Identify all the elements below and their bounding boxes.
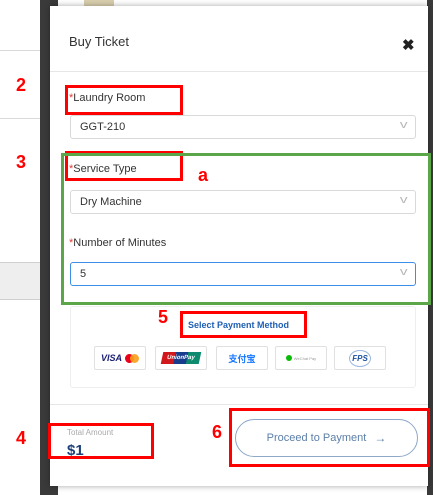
- laundry-room-select[interactable]: GGT-210 v: [70, 115, 416, 139]
- modal-title: Buy Ticket: [69, 34, 129, 49]
- unionpay-logo: UnionPay: [160, 352, 202, 364]
- annotation-number-6: 6: [212, 422, 223, 442]
- laundry-room-value: GGT-210: [80, 121, 126, 133]
- annotation-number-4: 4: [16, 428, 27, 448]
- annotation-number-3: 3: [16, 152, 27, 172]
- payment-option-wechat-pay[interactable]: WeChat Pay: [275, 346, 327, 370]
- annotation-box-proceed: [229, 408, 430, 467]
- chevron-down-icon: v: [399, 119, 408, 131]
- modal-header: Buy Ticket ✖: [50, 6, 428, 72]
- close-icon[interactable]: ✖: [402, 36, 415, 54]
- payment-option-alipay[interactable]: 支付宝: [216, 346, 268, 370]
- annotation-number-5: 5: [158, 307, 169, 327]
- annotation-letter-a: a: [198, 165, 209, 185]
- payment-option-visa-mastercard[interactable]: VISA: [94, 346, 146, 370]
- annotation-box-laundry-room: [65, 85, 183, 115]
- annotation-number-2: 2: [16, 75, 27, 95]
- annotation-box-payment-method: [180, 311, 307, 338]
- mastercard-icon: [125, 353, 139, 363]
- payment-option-unionpay[interactable]: UnionPay: [155, 346, 207, 370]
- annotation-box-service-group: [61, 153, 431, 305]
- payment-option-fps[interactable]: FPS: [334, 346, 386, 370]
- visa-logo: VISA: [100, 353, 122, 363]
- wechat-pay-logo: WeChat Pay: [293, 355, 317, 361]
- footer-divider: [50, 404, 428, 405]
- fps-logo: FPS: [349, 349, 371, 367]
- annotation-box-total-amount: [48, 423, 154, 459]
- alipay-logo: 支付宝: [228, 353, 256, 364]
- wechat-icon: [285, 355, 292, 361]
